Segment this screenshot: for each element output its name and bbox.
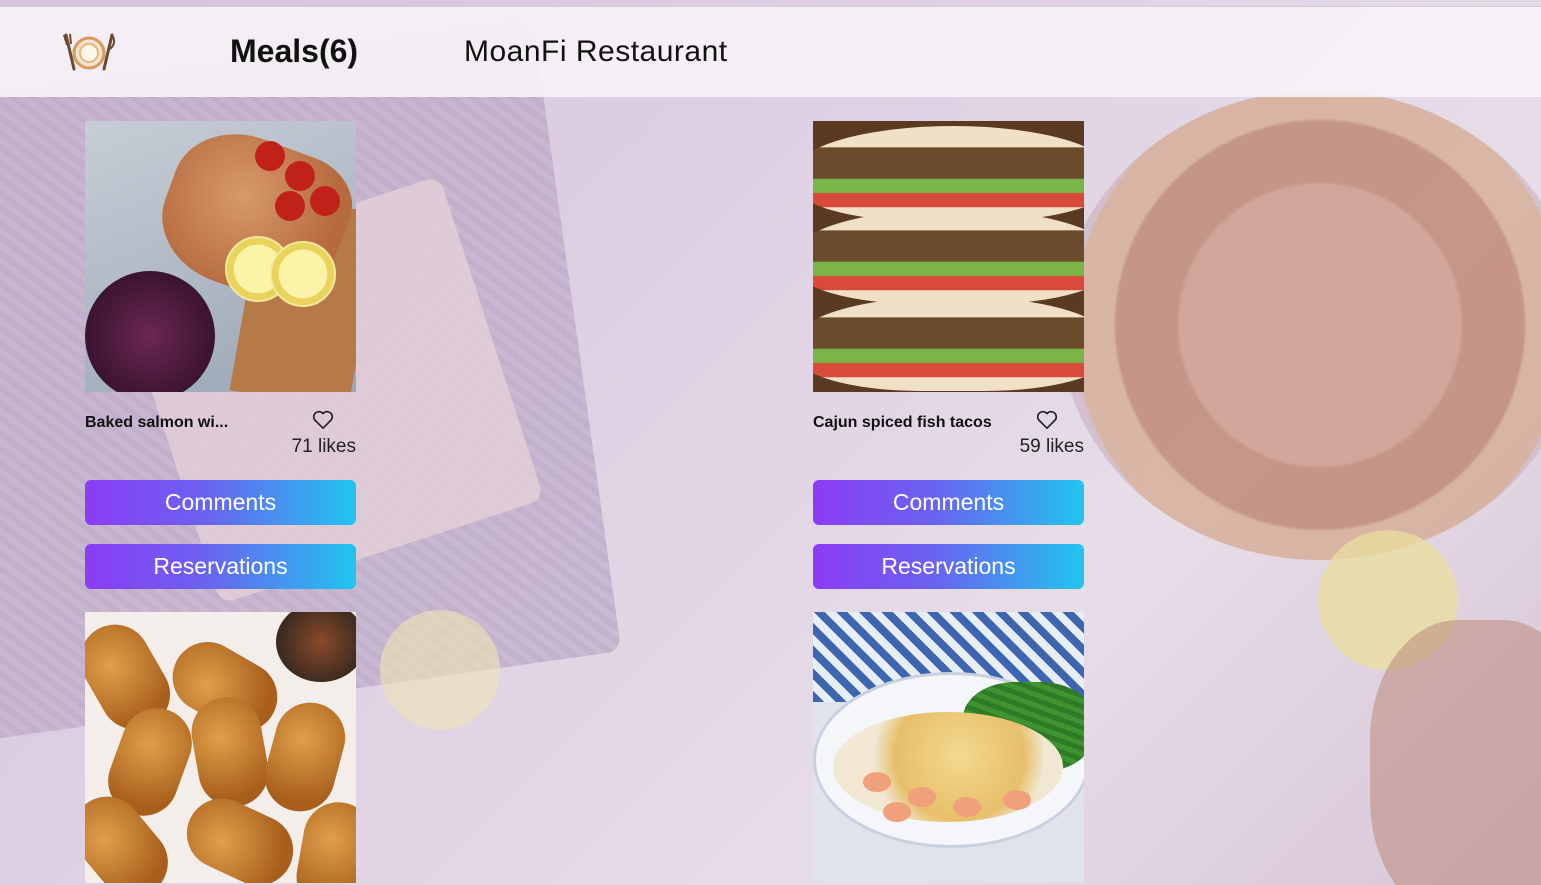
likes-count: 71 likes	[291, 436, 356, 457]
top-nav-bar: Meals(6) MoanFi Restaurant	[0, 6, 1541, 97]
background-lemon	[380, 610, 500, 730]
brand-title: MoanFi Restaurant	[464, 35, 728, 68]
plate-fork-knife-icon[interactable]	[60, 29, 118, 75]
meal-name: Baked salmon wi...	[85, 414, 229, 431]
fish-pie-image	[813, 612, 1084, 883]
comments-button[interactable]: Comments	[813, 480, 1084, 525]
baked-salmon-image	[85, 121, 356, 392]
fish-tacos-image	[813, 121, 1084, 392]
meal-card: Baked salmon wi... 71 likes Comments Res…	[85, 121, 356, 589]
meal-card	[813, 612, 1084, 883]
meal-card	[85, 612, 356, 883]
meal-name: Cajun spiced fish tacos	[813, 414, 992, 431]
heart-like-icon[interactable]	[312, 410, 334, 430]
background-bowl	[1060, 90, 1541, 560]
meal-card: Cajun spiced fish tacos 59 likes Comment…	[813, 121, 1084, 589]
reservations-button[interactable]: Reservations	[813, 544, 1084, 589]
meals-count-nav-link[interactable]: Meals(6)	[230, 33, 358, 70]
likes-count: 59 likes	[1019, 436, 1084, 457]
comments-button[interactable]: Comments	[85, 480, 356, 525]
croquettes-image	[85, 612, 356, 883]
heart-like-icon[interactable]	[1036, 410, 1058, 430]
reservations-button[interactable]: Reservations	[85, 544, 356, 589]
background-fries	[1370, 620, 1541, 885]
